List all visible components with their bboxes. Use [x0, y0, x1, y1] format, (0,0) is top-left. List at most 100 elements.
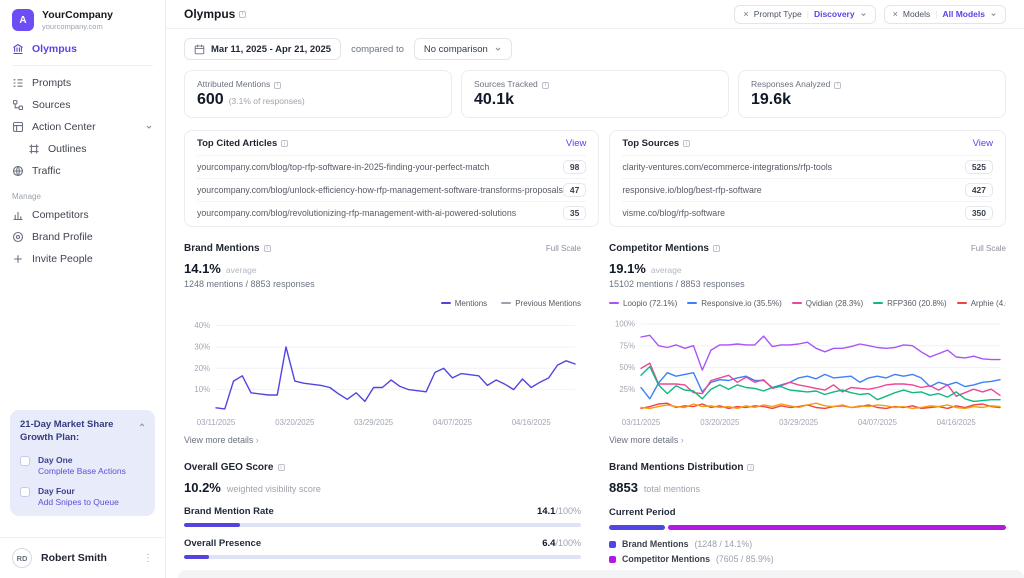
- svg-text:25%: 25%: [619, 385, 635, 394]
- table-row[interactable]: yourcompany.com/blog/revolutionizing-rfp…: [197, 201, 586, 224]
- badge-icon: [12, 231, 24, 243]
- progress-track: [184, 523, 581, 527]
- stat-label: Attributed Mentionsi: [197, 79, 439, 89]
- source-url: clarity-ventures.com/ecommerce-integrati…: [622, 162, 964, 172]
- sidebar-item-olympus[interactable]: Olympus: [0, 38, 165, 60]
- competitor-mentions-line-chart[interactable]: 25%50%75%100%03/11/202503/20/202503/29/2…: [609, 311, 1006, 429]
- chart-legend: Loopio (72.1%) Responsive.io (35.5%) Qvi…: [609, 297, 1006, 309]
- sidebar-item-traffic[interactable]: Traffic: [0, 160, 165, 182]
- sidebar-item-competitors[interactable]: Competitors: [0, 204, 165, 226]
- view-more-link[interactable]: View more details: [609, 435, 684, 445]
- sidebar-item-invite-people[interactable]: Invite People: [0, 248, 165, 270]
- full-scale-toggle[interactable]: Full Scale: [971, 244, 1006, 253]
- topbar: Olympus i × Prompt Type | Discovery × Mo…: [166, 0, 1024, 29]
- divider: |: [935, 9, 937, 19]
- table-row[interactable]: yourcompany.com/blog/unlock-efficiency-h…: [197, 178, 586, 201]
- chevron-down-icon[interactable]: [145, 123, 153, 131]
- legend-item: Qvidian (28.3%): [792, 299, 863, 308]
- sidebar-item-sources[interactable]: Sources: [0, 94, 165, 116]
- total-mentions-label: total mentions: [644, 484, 700, 494]
- svg-text:100%: 100%: [615, 320, 635, 329]
- info-icon[interactable]: i: [264, 245, 271, 252]
- svg-text:04/16/2025: 04/16/2025: [937, 418, 977, 427]
- plan-checkbox[interactable]: [20, 456, 30, 466]
- stat-value: 19.6k: [751, 91, 791, 109]
- table-row[interactable]: clarity-ventures.com/ecommerce-integrati…: [622, 155, 993, 178]
- sidebar-item-label: Action Center: [32, 121, 96, 133]
- sidebar-item-brand-profile[interactable]: Brand Profile: [0, 226, 165, 248]
- info-icon[interactable]: i: [239, 11, 246, 18]
- sidebar-item-label: Traffic: [32, 165, 61, 177]
- legend-item: Mentions: [441, 299, 487, 308]
- mentions-summary: 15102 mentions / 8853 responses: [609, 279, 1006, 289]
- chevron-down-icon: [860, 11, 867, 18]
- sidebar-item-prompts[interactable]: Prompts: [0, 72, 165, 94]
- legend-swatch: [609, 302, 619, 304]
- progress-fill: [184, 555, 209, 559]
- info-icon[interactable]: i: [683, 140, 690, 147]
- svg-text:03/11/2025: 03/11/2025: [622, 418, 661, 427]
- distribution-legend: Brand Mentions (1248 / 14.1%) Competitor…: [609, 539, 1006, 564]
- svg-text:50%: 50%: [619, 363, 635, 372]
- sidebar-item-outlines[interactable]: Outlines: [0, 138, 165, 160]
- comparison-value: No comparison: [424, 44, 488, 55]
- progress-fill: [184, 523, 240, 527]
- plan-task-label: Add Snipes to Queue: [38, 497, 119, 507]
- info-icon[interactable]: i: [542, 82, 549, 89]
- comparison-select[interactable]: No comparison: [414, 38, 512, 60]
- main-area: Olympus i × Prompt Type | Discovery × Mo…: [166, 0, 1024, 578]
- section-title: Brand Mentions Distribution: [609, 462, 743, 473]
- metric-value: 14.1: [537, 506, 556, 517]
- metric-label: Brand Mention Rate: [184, 506, 537, 517]
- plan-checkbox[interactable]: [20, 487, 30, 497]
- top-cited-articles-card: Top Cited Articles i View yourcompany.co…: [184, 130, 599, 227]
- citation-count-badge: 350: [965, 206, 993, 220]
- filter-label: Models: [903, 9, 930, 19]
- user-menu[interactable]: RD Robert Smith ⋮: [0, 537, 165, 578]
- chevron-down-icon: [990, 11, 997, 18]
- legend-swatch: [792, 302, 802, 304]
- divider: |: [807, 9, 809, 19]
- close-icon[interactable]: ×: [893, 9, 898, 19]
- table-row[interactable]: visme.co/blog/rfp-software 350: [622, 201, 993, 224]
- chevron-down-icon: [494, 45, 502, 53]
- svg-text:03/29/2025: 03/29/2025: [354, 418, 394, 427]
- models-filter-chip[interactable]: × Models | All Models: [884, 5, 1006, 24]
- info-icon[interactable]: i: [281, 140, 288, 147]
- geo-score-value: 10.2%: [184, 480, 221, 495]
- sidebar-item-action-center[interactable]: Action Center: [0, 116, 165, 138]
- view-link[interactable]: View: [566, 138, 586, 149]
- panel-title: Top Cited Articles: [197, 138, 277, 149]
- brand-mentions-line-chart[interactable]: 10%20%30%40%03/11/202503/20/202503/29/20…: [184, 311, 581, 429]
- table-row[interactable]: responsive.io/blog/best-rfp-software 427: [622, 178, 993, 201]
- svg-text:30%: 30%: [194, 343, 210, 352]
- source-url: visme.co/blog/rfp-software: [622, 208, 964, 218]
- view-more-link[interactable]: View more details: [184, 435, 259, 445]
- globe-icon: [12, 165, 24, 177]
- kebab-menu-icon[interactable]: ⋮: [143, 553, 153, 564]
- mentions-summary: 1248 mentions / 8853 responses: [184, 279, 581, 289]
- stat-value: 600: [197, 91, 224, 109]
- info-icon[interactable]: i: [747, 464, 754, 471]
- info-icon[interactable]: i: [834, 82, 841, 89]
- chevron-up-icon[interactable]: [138, 421, 146, 429]
- brand-mentions-section: Brand Mentions i Full Scale 14.1% averag…: [184, 243, 581, 448]
- divider: [12, 65, 153, 66]
- info-icon[interactable]: i: [274, 82, 281, 89]
- prompt-type-filter-chip[interactable]: × Prompt Type | Discovery: [734, 5, 875, 24]
- full-scale-toggle[interactable]: Full Scale: [546, 244, 581, 253]
- info-icon[interactable]: i: [713, 245, 720, 252]
- filter-value: Discovery: [814, 9, 855, 19]
- info-icon[interactable]: i: [278, 464, 285, 471]
- workspace-switcher[interactable]: A YourCompany yourcompany.com: [0, 0, 165, 38]
- metric-value: 6.4: [542, 538, 555, 549]
- legend-item: RFP360 (20.8%): [873, 299, 947, 308]
- section-title: Overall GEO Score: [184, 462, 274, 473]
- close-icon[interactable]: ×: [743, 9, 748, 19]
- view-link[interactable]: View: [973, 138, 993, 149]
- date-range-button[interactable]: Mar 11, 2025 - Apr 21, 2025: [184, 38, 341, 60]
- article-url: yourcompany.com/blog/top-rfp-software-in…: [197, 162, 563, 172]
- stats-row: Attributed Mentionsi 600(3.1% of respons…: [184, 70, 1006, 118]
- table-row[interactable]: yourcompany.com/blog/top-rfp-software-in…: [197, 155, 586, 178]
- plan-task-label: Complete Base Actions: [38, 466, 126, 476]
